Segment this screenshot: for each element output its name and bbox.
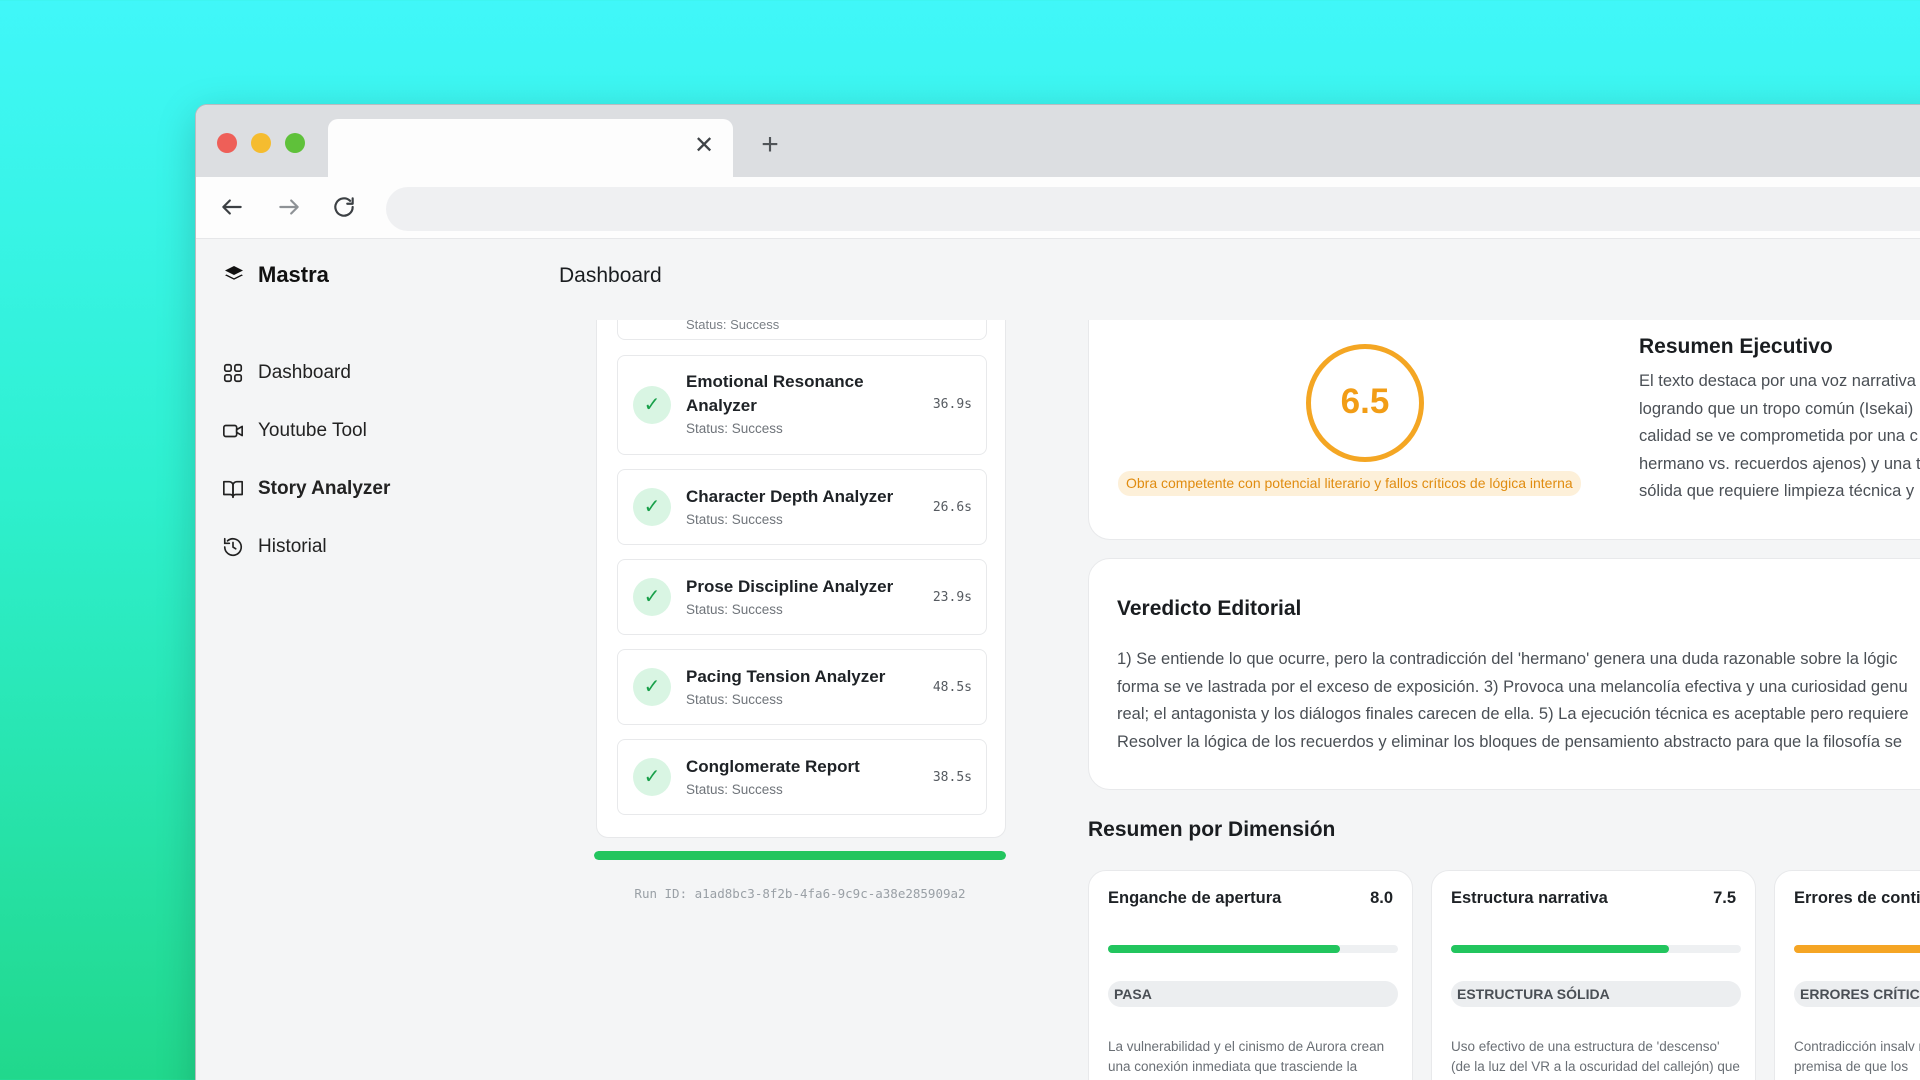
- dimension-bar: [1108, 945, 1398, 953]
- step-name: Pacing Tension Analyzer: [686, 667, 886, 686]
- step-status: Status: Success: [686, 602, 783, 617]
- address-bar[interactable]: [386, 187, 1920, 231]
- score-verdict-badge: Obra competente con potencial literario …: [1118, 471, 1581, 496]
- brand-name: Mastra: [258, 262, 329, 287]
- sidebar-item-dashboard[interactable]: Dashboard: [222, 344, 482, 402]
- dimension-bar-fill: [1451, 945, 1669, 953]
- sidebar-item-label: Story Analyzer: [258, 478, 391, 499]
- dimension-card: Errores de contir ERRORES CRÍTICOS Contr…: [1774, 870, 1920, 1080]
- sidebar-item-label: Dashboard: [258, 362, 351, 383]
- dimension-description: Contradicción insalv reconocimiento em p…: [1794, 1039, 1920, 1074]
- executive-summary-text: El texto destaca por una voz narrativa l…: [1639, 368, 1920, 506]
- dimension-score: 7.5: [1713, 889, 1736, 907]
- workflow-step[interactable]: ✓ Emotional Resonance Analyzer Status: S…: [617, 355, 987, 455]
- history-icon: [223, 537, 243, 557]
- sidebar-item-historial[interactable]: Historial: [222, 518, 482, 576]
- workflow-step[interactable]: Status: Success: [617, 320, 987, 340]
- reload-icon[interactable]: [328, 191, 360, 223]
- dimension-description: Uso efectivo de una estructura de 'desce…: [1451, 1039, 1740, 1080]
- new-tab-icon[interactable]: +: [756, 130, 784, 160]
- dimension-name: Errores de contir: [1794, 889, 1920, 907]
- minimize-window-button[interactable]: [251, 133, 271, 153]
- check-icon: ✓: [633, 758, 671, 796]
- close-window-button[interactable]: [217, 133, 237, 153]
- video-icon: [223, 424, 243, 438]
- dimension-tag: ERRORES CRÍTICOS: [1794, 981, 1920, 1007]
- workflow-progress-bar: [594, 851, 1006, 860]
- dimension-card: Estructura narrativa 7.5 ESTRUCTURA SÓLI…: [1431, 870, 1756, 1080]
- check-icon: ✓: [633, 668, 671, 706]
- workflow-step[interactable]: ✓ Character Depth Analyzer Status: Succe…: [617, 469, 987, 545]
- step-status: Status: Success: [686, 320, 780, 332]
- step-time: 36.9s: [932, 397, 972, 412]
- progress-fill: [594, 851, 1006, 860]
- run-id: Run ID: a1ad8bc3-8f2b-4fa6-9c9c-a38e2859…: [634, 886, 966, 901]
- dimension-description: La vulnerabilidad y el cinismo de Aurora…: [1108, 1039, 1385, 1080]
- brand-logo[interactable]: Mastra: [224, 262, 329, 288]
- page-title: Dashboard: [559, 264, 662, 287]
- check-icon: ✓: [633, 578, 671, 616]
- dimension-bar-fill: [1108, 945, 1340, 953]
- executive-summary-title: Resumen Ejecutivo: [1639, 335, 1833, 358]
- maximize-window-button[interactable]: [285, 133, 305, 153]
- workflow-step[interactable]: ✓ Prose Discipline Analyzer Status: Succ…: [617, 559, 987, 635]
- step-time: 26.6s: [932, 500, 972, 515]
- summary-line: hermano vs. recuerdos ajenos) y una t: [1639, 454, 1920, 473]
- dimension-score: 8.0: [1370, 889, 1393, 907]
- step-status: Status: Success: [686, 692, 783, 707]
- summary-line: sólida que requiere limpieza técnica y: [1639, 482, 1915, 500]
- forward-arrow-icon[interactable]: [273, 191, 305, 223]
- dimension-bar-fill: [1794, 945, 1920, 953]
- dimension-name: Estructura narrativa: [1451, 889, 1608, 907]
- dimensions-title: Resumen por Dimensión: [1088, 818, 1336, 841]
- workflow-steps-panel: Status: Success ✓ Emotional Resonance An…: [596, 320, 1006, 838]
- dimension-card: Enganche de apertura 8.0 PASA La vulnera…: [1088, 870, 1413, 1080]
- step-status: Status: Success: [686, 421, 783, 436]
- app-content: Mastra Dashboard Dashboard Youtube Tool: [196, 240, 1920, 1080]
- browser-navbar: [196, 177, 1920, 239]
- grid-icon: [223, 363, 243, 383]
- dimension-tag: ESTRUCTURA SÓLIDA: [1451, 981, 1741, 1007]
- browser-tab[interactable]: ✕: [328, 119, 733, 179]
- overall-score: 6.5: [1306, 344, 1424, 462]
- summary-line: calidad se ve comprometida por una c: [1639, 427, 1918, 445]
- back-arrow-icon[interactable]: [216, 191, 248, 223]
- dimension-tag: PASA: [1108, 981, 1398, 1007]
- verdict-text: 1) Se entiende lo que ocurre, pero la co…: [1117, 646, 1920, 756]
- verdict-line: forma se ve lastrada por el exceso de ex…: [1117, 677, 1908, 696]
- verdict-line: real; el antagonista y los diálogos fina…: [1117, 705, 1909, 723]
- check-icon: ✓: [633, 488, 671, 526]
- verdict-title: Veredicto Editorial: [1117, 597, 1302, 620]
- step-name: Conglomerate Report: [686, 757, 860, 776]
- sidebar-item-label: Historial: [258, 536, 327, 557]
- book-icon: [223, 480, 243, 499]
- step-status: Status: Success: [686, 782, 783, 797]
- summary-line: El texto destaca por una voz narrativa: [1639, 372, 1916, 390]
- workflow-step[interactable]: ✓ Conglomerate Report Status: Success 38…: [617, 739, 987, 815]
- sidebar-item-label: Youtube Tool: [258, 420, 367, 441]
- layers-icon: [225, 266, 243, 280]
- check-icon: ✓: [633, 386, 671, 424]
- dimension-bar: [1451, 945, 1741, 953]
- step-name: Prose Discipline Analyzer: [686, 577, 894, 596]
- close-tab-icon[interactable]: ✕: [691, 133, 717, 159]
- step-time: 23.9s: [932, 590, 972, 605]
- verdict-line: 1) Se entiende lo que ocurre, pero la co…: [1117, 650, 1898, 668]
- browser-titlebar: ✕ +: [196, 105, 1920, 179]
- verdict-line: Resolver la lógica de los recuerdos y el…: [1117, 732, 1903, 751]
- sidebar-item-youtube-tool[interactable]: Youtube Tool: [222, 402, 482, 460]
- step-time: 38.5s: [932, 770, 972, 785]
- summary-line: logrando que un tropo común (Isekai): [1639, 399, 1914, 418]
- step-name: Emotional Resonance Analyzer: [686, 372, 864, 415]
- browser-window: ✕ + Mastra Dashboard Dashboard Youtube T…: [195, 104, 1920, 1080]
- step-time: 48.5s: [932, 680, 972, 695]
- dimension-name: Enganche de apertura: [1108, 889, 1282, 907]
- sidebar-item-story-analyzer[interactable]: Story Analyzer: [222, 460, 482, 518]
- workflow-step[interactable]: ✓ Pacing Tension Analyzer Status: Succes…: [617, 649, 987, 725]
- step-name: Character Depth Analyzer: [686, 487, 894, 506]
- dimension-bar: [1794, 945, 1920, 953]
- sidebar: Dashboard Youtube Tool Story Analyzer Hi…: [222, 344, 482, 576]
- step-status: Status: Success: [686, 512, 783, 527]
